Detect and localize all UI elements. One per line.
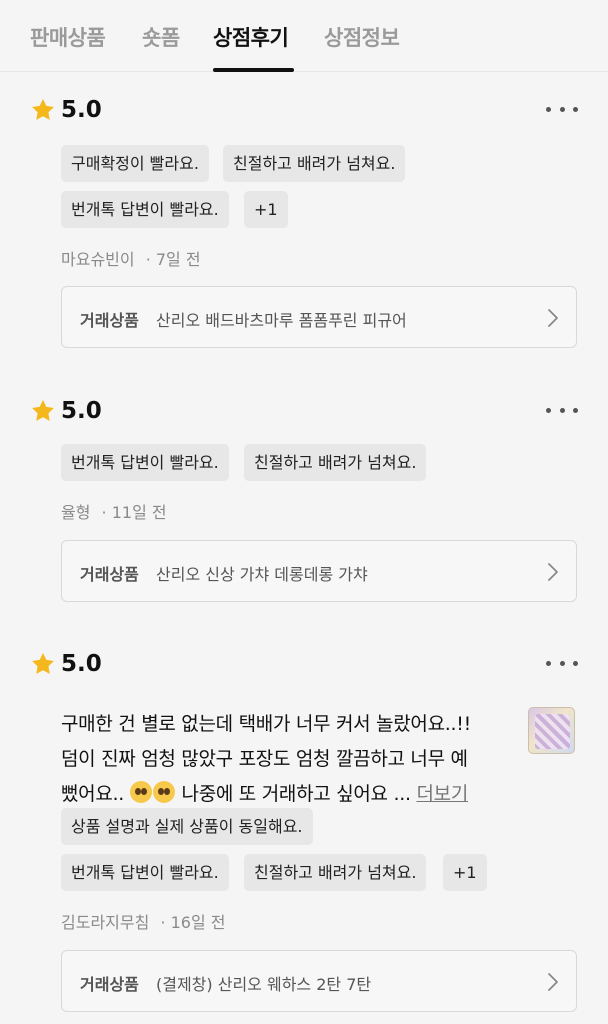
rating: 5.0: [30, 396, 102, 426]
review-tag: 친절하고 배려가 넘쳐요.: [223, 145, 406, 182]
active-tab-indicator: [213, 68, 294, 72]
review-tag: 번개톡 답변이 빨라요.: [61, 191, 229, 228]
more-dots-icon: [546, 106, 551, 112]
review-time: · 16일 전: [160, 913, 226, 932]
star-icon: [32, 652, 54, 674]
review-time: · 11일 전: [101, 503, 167, 522]
review-tag: 번개톡 답변이 빨라요.: [61, 444, 229, 481]
pleading-face-emoji-icon: [152, 781, 175, 803]
chevron-right-icon: [548, 563, 558, 581]
review-tag: 친절하고 배려가 넘쳐요.: [244, 444, 427, 481]
star-icon: [32, 98, 54, 120]
traded-product-label: 거래상품: [80, 311, 139, 330]
more-dots-icon: [546, 407, 551, 413]
tab-shortform[interactable]: 숏폼: [142, 22, 180, 52]
traded-product-label: 거래상품: [80, 975, 139, 994]
review-meta: 율형 · 11일 전: [61, 499, 167, 523]
traded-product-name: (결제창) 산리오 웨하스 2탄 7탄: [156, 975, 372, 994]
traded-product-name: 산리오 신상 가챠 데롱데롱 가챠: [156, 565, 368, 584]
read-more-link[interactable]: 더보기: [416, 783, 468, 805]
review-tag: 번개톡 답변이 빨라요.: [61, 854, 229, 891]
rating-score: 5.0: [61, 398, 102, 424]
review-text-line-last: 뻤어요.. 나중에 또 거래하고 싶어요 ... 더보기: [61, 781, 468, 805]
review-tag-more[interactable]: +1: [244, 191, 288, 228]
chevron-right-icon: [548, 309, 558, 327]
reviewer-name[interactable]: 율형: [61, 503, 90, 522]
review-meta: 마요슈빈이 · 7일 전: [61, 246, 201, 270]
review-tag: 구매확정이 빨라요.: [61, 145, 209, 182]
tab-bar: 판매상품 숏폼 상점후기 상점정보: [0, 0, 608, 72]
review-text-line: 덤이 진짜 엄청 많았구 포장도 엄청 깔끔하고 너무 예: [61, 748, 468, 770]
rating-score: 5.0: [61, 97, 102, 123]
chevron-right-icon: [548, 973, 558, 991]
tab-store-info[interactable]: 상점정보: [324, 22, 400, 52]
more-options-button[interactable]: [546, 103, 578, 115]
review-text: 구매한 건 별로 없는데 택배가 너무 커서 놀랐어요..!! 덤이 진짜 엄청…: [61, 707, 511, 812]
reviewer-name[interactable]: 김도라지무침: [61, 913, 149, 932]
review-card: 5.0 번개톡 답변이 빨라요. 친절하고 배려가 넘쳐요. 율형 · 11일 …: [0, 396, 608, 606]
more-options-button[interactable]: [546, 657, 578, 669]
traded-product-label: 거래상품: [80, 565, 139, 584]
review-card: 5.0 구매확정이 빨라요. 친절하고 배려가 넘쳐요. 번개톡 답변이 빨라요…: [0, 95, 608, 355]
review-tag-more[interactable]: +1: [443, 854, 487, 891]
tab-store-reviews[interactable]: 상점후기: [213, 22, 289, 52]
pleading-face-emoji-icon: [129, 781, 152, 803]
traded-product-name: 산리오 배드바츠마루 폼폼푸린 피규어: [156, 311, 407, 330]
review-card: 5.0 구매한 건 별로 없는데 택배가 너무 커서 놀랐어요..!! 덤이 진…: [0, 649, 608, 1019]
tab-products[interactable]: 판매상품: [30, 22, 106, 52]
rating: 5.0: [30, 649, 102, 679]
reviewer-name[interactable]: 마요슈빈이: [61, 250, 135, 269]
star-icon: [32, 399, 54, 421]
traded-product-link[interactable]: 거래상품 산리오 배드바츠마루 폼폼푸린 피규어: [61, 286, 577, 348]
review-meta: 김도라지무침 · 16일 전: [61, 909, 225, 933]
review-photo-thumbnail[interactable]: [528, 707, 575, 754]
traded-product-link[interactable]: 거래상품 (결제창) 산리오 웨하스 2탄 7탄: [61, 950, 577, 1012]
traded-product-link[interactable]: 거래상품 산리오 신상 가챠 데롱데롱 가챠: [61, 540, 577, 602]
review-tag: 상품 설명과 실제 상품이 동일해요.: [61, 808, 313, 845]
more-options-button[interactable]: [546, 404, 578, 416]
review-time: · 7일 전: [145, 250, 201, 269]
review-text-line: 구매한 건 별로 없는데 택배가 너무 커서 놀랐어요..!!: [61, 713, 471, 735]
rating-score: 5.0: [61, 651, 102, 677]
review-tag: 친절하고 배려가 넘쳐요.: [244, 854, 427, 891]
more-dots-icon: [546, 660, 551, 666]
rating: 5.0: [30, 95, 102, 125]
